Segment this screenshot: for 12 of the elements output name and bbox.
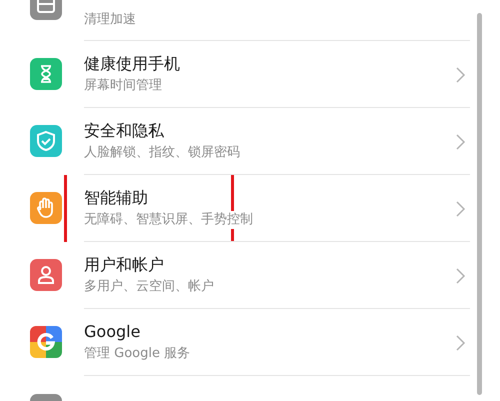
chevron-icon[interactable]	[456, 334, 466, 350]
chevron-icon[interactable]	[456, 200, 466, 216]
chevron-icon[interactable]	[456, 268, 466, 284]
hand-icon	[30, 192, 62, 224]
shield-icon	[30, 125, 62, 157]
chevron-icon[interactable]	[456, 66, 466, 82]
setting-description: 无障碍、智慧识屏、手势控制	[84, 211, 253, 229]
setting-description: 管理 Google 服务	[84, 345, 190, 363]
google-icon	[30, 326, 62, 358]
person-icon	[30, 259, 62, 291]
chevron-icon[interactable]	[456, 134, 466, 150]
hourglass-icon	[30, 58, 62, 90]
